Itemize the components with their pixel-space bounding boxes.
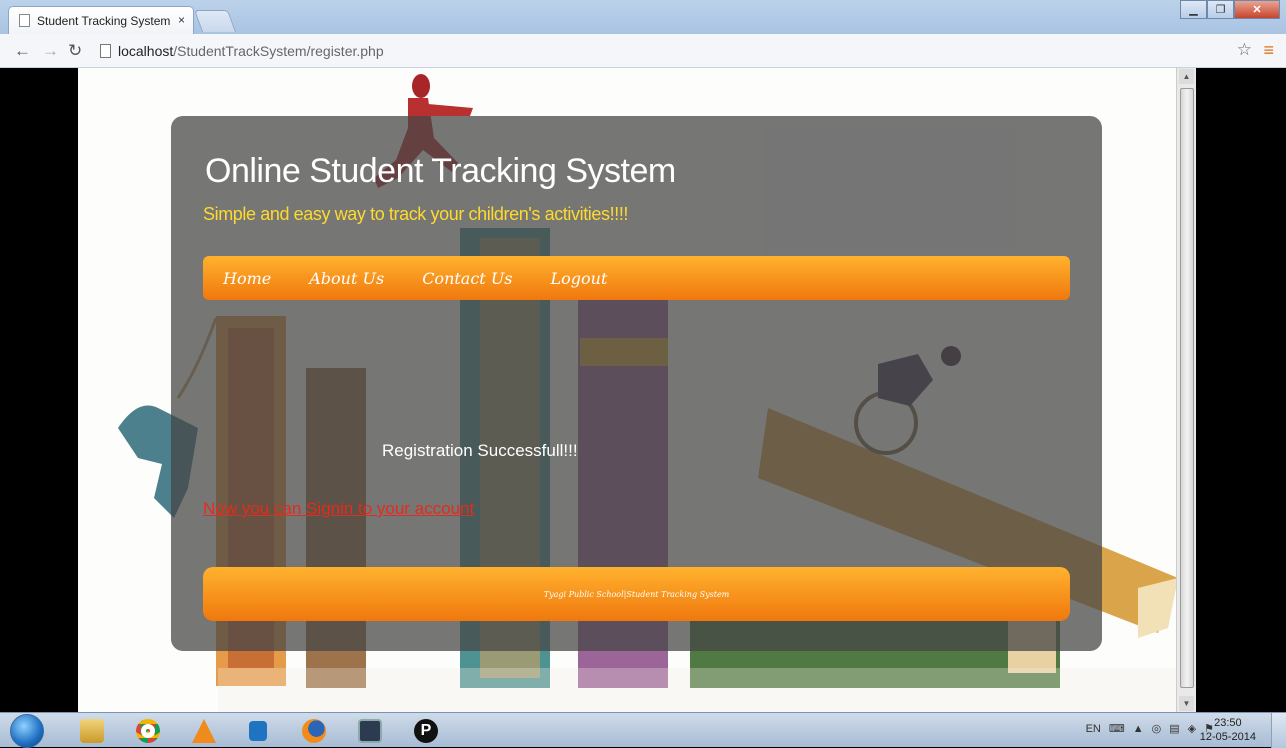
new-tab-button[interactable] [193,10,237,32]
main-navbar: Home About Us Contact Us Logout [203,256,1070,300]
browser-tab[interactable]: Student Tracking System × [8,6,194,34]
site-title: Online Student Tracking System [205,152,676,190]
scroll-up-arrow-icon[interactable]: ▲ [1179,69,1194,84]
clock-date: 12-05-2014 [1199,731,1256,743]
nav-logout[interactable]: Logout [551,269,608,288]
clock-time: 23:50 [1214,717,1242,729]
language-indicator[interactable]: EN [1086,723,1101,735]
reload-icon[interactable]: ↻ [68,41,82,61]
volume-icon[interactable]: ◈ [1188,722,1196,735]
bookmark-star-icon[interactable]: ☆ [1237,40,1252,60]
bluetooth-icon[interactable]: ◎ [1152,722,1162,735]
window-titlebar: Student Tracking System × ▁ ❐ ✕ [0,0,1286,34]
vertical-scrollbar[interactable]: ▲ ▼ [1176,68,1196,712]
forward-arrow-icon[interactable]: → [42,41,59,61]
menu-icon[interactable]: ≡ [1263,40,1274,61]
url-host: localhost [118,43,174,59]
page-icon [100,44,111,58]
network-icon[interactable]: ▤ [1169,722,1179,735]
media-player-icon[interactable] [234,716,282,746]
keyboard-icon[interactable]: ⌨ [1109,722,1125,735]
windows-taskbar: P EN ⌨ ▲ ◎ ▤ ◈ ⚑ 23:50 12-05-2014 [0,712,1286,748]
firefox-icon[interactable] [290,716,338,746]
nav-about-us[interactable]: About Us [309,269,384,288]
scrollbar-thumb[interactable] [1180,88,1194,688]
scroll-down-arrow-icon[interactable]: ▼ [1179,696,1194,711]
show-desktop-button[interactable] [1271,713,1286,748]
nav-contact-us[interactable]: Contact Us [422,269,512,288]
site-tagline: Simple and easy way to track your childr… [203,204,629,224]
system-tray: EN ⌨ ▲ ◎ ▤ ◈ ⚑ [1086,722,1214,736]
minimize-button[interactable]: ▁ [1180,0,1207,19]
browser-viewport: ▲ ▼ Online Student Tracking System Simpl… [0,68,1286,712]
nav-home[interactable]: Home [223,269,271,288]
back-arrow-icon[interactable]: ← [14,41,31,61]
footer-text: Tyagi Public School|Student Tracking Sys… [543,589,730,599]
page-icon [19,14,30,27]
tab-close-icon[interactable]: × [178,13,185,27]
tray-expand-icon[interactable]: ▲ [1133,723,1144,735]
start-button[interactable] [10,714,44,748]
content-panel: Online Student Tracking System Simple an… [171,116,1102,651]
address-bar[interactable]: localhost/StudentTrackSystem/register.ph… [94,39,1244,63]
browser-toolbar: ← → ↻ localhost/StudentTrackSystem/regis… [0,34,1286,68]
registration-message: Registration Successfull!!! [382,441,578,460]
page-footer: Tyagi Public School|Student Tracking Sys… [203,567,1070,621]
signin-link[interactable]: Now you can Signin to your account [203,499,474,519]
chrome-icon[interactable] [124,716,172,746]
url-path: /StudentTrackSystem/register.php [173,43,384,59]
explorer-icon[interactable] [68,716,116,746]
close-window-button[interactable]: ✕ [1234,0,1280,19]
vlc-icon[interactable] [180,716,228,746]
taskbar-clock[interactable]: 23:50 12-05-2014 [1200,716,1256,744]
maximize-button[interactable]: ❐ [1207,0,1234,19]
tab-title: Student Tracking System [37,13,171,28]
computer-icon[interactable] [346,716,394,746]
app-p-icon[interactable]: P [402,716,450,746]
